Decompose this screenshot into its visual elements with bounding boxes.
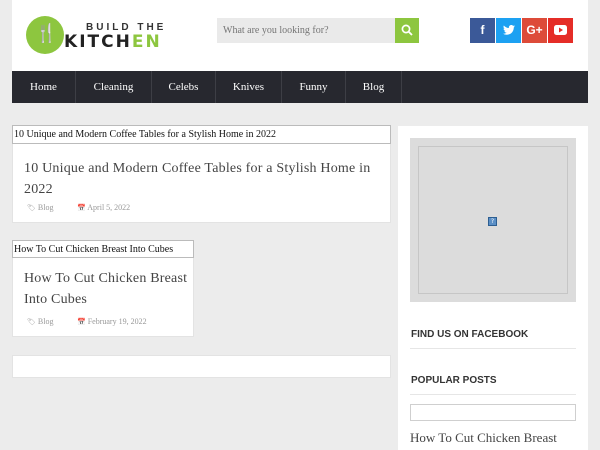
popular-post-title[interactable]: How To Cut Chicken Breast Into Cubes bbox=[410, 429, 580, 450]
main-nav: Home Cleaning Celebs Knives Funny Blog bbox=[12, 71, 588, 103]
pagination-bar bbox=[12, 355, 391, 378]
post-title[interactable]: How To Cut Chicken Breast Into Cubes bbox=[24, 268, 189, 310]
nav-item-home[interactable]: Home bbox=[12, 71, 76, 103]
ad-widget: ? bbox=[410, 138, 576, 302]
logo-wordmark: KITCHEN bbox=[64, 32, 162, 52]
post-date: 📅 February 19, 2022 bbox=[77, 317, 147, 326]
site-logo[interactable]: 🍴 BUILD THE KITCHEN bbox=[26, 16, 176, 56]
youtube-button[interactable] bbox=[548, 18, 573, 43]
facebook-button[interactable]: f bbox=[470, 18, 495, 43]
popular-post-image[interactable] bbox=[410, 404, 576, 421]
post-category[interactable]: 🏷 Blog bbox=[27, 203, 53, 212]
post-image-alt[interactable]: 10 Unique and Modern Coffee Tables for a… bbox=[12, 125, 391, 144]
divider bbox=[410, 394, 576, 395]
google-plus-icon: G+ bbox=[526, 23, 543, 37]
youtube-icon bbox=[548, 18, 573, 43]
broken-image-icon: ? bbox=[488, 217, 497, 226]
sidebar: ? FIND US ON FACEBOOK POPULAR POSTS How … bbox=[398, 126, 588, 450]
divider bbox=[410, 348, 576, 349]
tag-icon: 🏷 bbox=[27, 318, 36, 326]
nav-item-celebs[interactable]: Celebs bbox=[152, 71, 216, 103]
twitter-icon bbox=[496, 18, 521, 43]
search-form bbox=[217, 18, 419, 43]
search-input[interactable] bbox=[217, 18, 395, 43]
fork-knife-icon: 🍴 bbox=[26, 16, 64, 54]
ad-frame[interactable]: ? bbox=[418, 146, 568, 294]
calendar-icon: 📅 bbox=[77, 204, 86, 212]
search-button[interactable] bbox=[395, 18, 419, 43]
nav-item-blog[interactable]: Blog bbox=[346, 71, 402, 103]
facebook-icon: f bbox=[480, 23, 485, 37]
post-image-alt[interactable]: How To Cut Chicken Breast Into Cubes bbox=[12, 240, 194, 258]
post-category[interactable]: 🏷 Blog bbox=[27, 317, 53, 326]
nav-item-funny[interactable]: Funny bbox=[282, 71, 346, 103]
twitter-button[interactable] bbox=[496, 18, 521, 43]
search-icon bbox=[401, 24, 413, 36]
nav-item-knives[interactable]: Knives bbox=[216, 71, 282, 103]
calendar-icon: 📅 bbox=[77, 318, 86, 326]
post-date: 📅 April 5, 2022 bbox=[77, 203, 131, 212]
post-title[interactable]: 10 Unique and Modern Coffee Tables for a… bbox=[24, 158, 384, 200]
popular-posts-title: POPULAR POSTS bbox=[411, 375, 497, 386]
nav-item-cleaning[interactable]: Cleaning bbox=[76, 71, 152, 103]
tag-icon: 🏷 bbox=[27, 204, 36, 212]
facebook-widget-title: FIND US ON FACEBOOK bbox=[411, 329, 529, 340]
google-plus-button[interactable]: G+ bbox=[522, 18, 547, 43]
site-header: 🍴 BUILD THE KITCHEN f G+ bbox=[12, 0, 588, 71]
